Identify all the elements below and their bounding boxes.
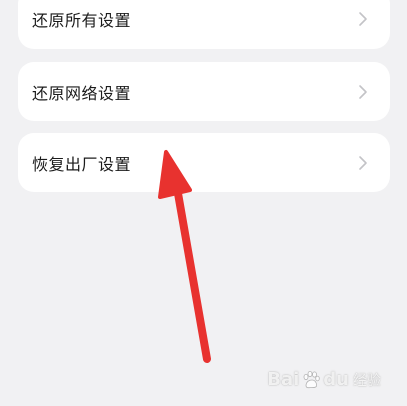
red-arrow-annotation	[158, 150, 211, 363]
baidu-watermark: Bai du 经验	[267, 369, 381, 390]
settings-item-label: 还原网络设置	[32, 83, 132, 103]
watermark-suffix: 经验	[353, 372, 381, 389]
settings-item-label: 还原所有设置	[32, 10, 132, 30]
settings-item-factory-reset[interactable]: 恢复出厂设置	[18, 133, 390, 192]
settings-item-label: 恢复出厂设置	[32, 154, 132, 174]
chevron-right-icon	[358, 155, 368, 171]
watermark-brand-b: du	[323, 369, 349, 390]
baidu-paw-icon	[303, 370, 320, 388]
chevron-right-icon	[358, 11, 368, 27]
settings-item-reset-network[interactable]: 还原网络设置	[18, 62, 390, 121]
chevron-right-icon	[358, 84, 368, 100]
watermark-brand-a: Bai	[267, 369, 300, 390]
settings-item-reset-all[interactable]: 还原所有设置	[18, 0, 390, 49]
